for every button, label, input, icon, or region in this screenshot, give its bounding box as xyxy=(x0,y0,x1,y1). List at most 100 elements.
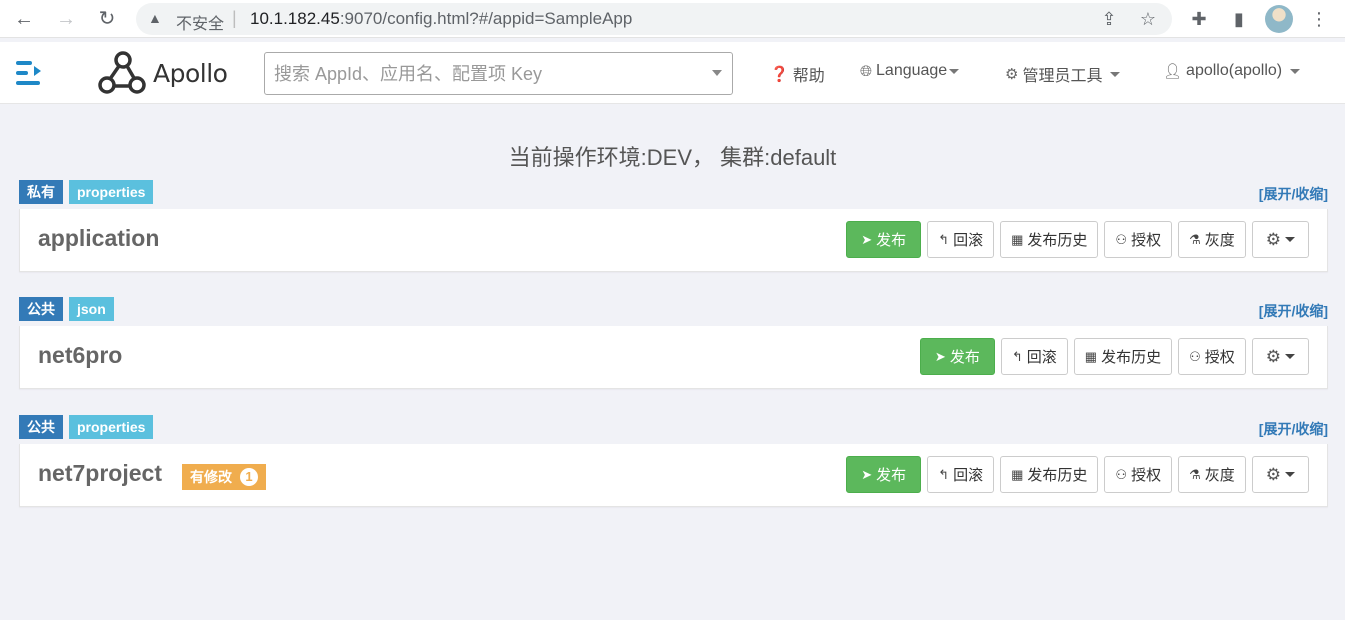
user-icon: 👤︎ xyxy=(1163,63,1183,80)
modified-badge: 有修改 1 xyxy=(182,464,266,490)
apollo-logo[interactable]: Apollo xyxy=(97,50,228,96)
namespace-labels: 公共 json xyxy=(19,297,114,321)
caret-down-icon xyxy=(1110,71,1121,77)
url-host: 10.1.182.45 xyxy=(250,9,340,28)
caret-down-icon xyxy=(949,68,960,74)
namespace-panel: net7project 有修改 1 ➤ 发布 ↰ 回滚 ▦ 发布历史 ⚇ 授权 ⚗ 灰度 … xyxy=(19,444,1328,507)
rollback-button[interactable]: ↰ 回滚 xyxy=(1000,338,1068,375)
calendar-icon: ▦ xyxy=(1011,466,1024,482)
format-badge: properties xyxy=(69,180,154,204)
chevron-down-icon[interactable] xyxy=(712,70,722,76)
settings-dropdown-button[interactable]: ⚙ xyxy=(1251,456,1309,493)
gray-release-label: 灰度 xyxy=(1204,232,1235,249)
apollo-logo-icon xyxy=(98,51,146,94)
gear-icon: ⚙ xyxy=(1265,229,1281,249)
app-search-select[interactable] xyxy=(264,52,733,95)
gray-release-label: 灰度 xyxy=(1204,467,1235,484)
rollback-button[interactable]: ↰ 回滚 xyxy=(927,456,995,493)
grant-label: 授权 xyxy=(1131,232,1162,249)
expand-collapse-link[interactable]: [展开/收缩] xyxy=(1259,184,1328,204)
browser-menu-icon[interactable]: ⋮ xyxy=(1307,7,1331,31)
namespace-labels: 私有 properties xyxy=(19,180,154,204)
gear-icon: ⚙ xyxy=(1265,464,1281,484)
modified-label: 有修改 xyxy=(190,469,232,485)
rollback-label: 回滚 xyxy=(1026,349,1057,366)
reload-icon[interactable]: ↻ xyxy=(94,6,120,32)
profile-avatar-icon[interactable] xyxy=(1265,5,1293,33)
app-header: Apollo ❓ 帮助 🌐︎ Language ⚙ 管理员工具 👤︎ apoll… xyxy=(0,42,1345,104)
namespace-actions: ➤ 发布 ↰ 回滚 ▦ 发布历史 ⚇ 授权 ⚗ 灰度 ⚙ xyxy=(846,221,1309,258)
address-bar[interactable]: ▲ 不安全 | 10.1.182.45:9070/config.html?#/a… xyxy=(136,3,1172,35)
app-search-input[interactable] xyxy=(274,62,704,86)
gear-icon: ⚙ xyxy=(1005,66,1019,83)
admin-tools-dropdown[interactable]: ⚙ 管理员工具 xyxy=(1005,62,1121,86)
grant-button[interactable]: ⚇ 授权 xyxy=(1178,338,1246,375)
forward-arrow-icon[interactable]: → xyxy=(53,6,79,32)
user-dropdown[interactable]: 👤︎ apollo(apollo) xyxy=(1163,62,1301,80)
bookmark-star-icon[interactable]: ☆ xyxy=(1137,8,1159,30)
caret-down-icon xyxy=(1285,354,1295,359)
caret-down-icon xyxy=(1285,472,1295,477)
release-history-label: 发布历史 xyxy=(1027,467,1088,484)
share-icon[interactable]: ⇪ xyxy=(1098,8,1120,30)
logo-text: Apollo xyxy=(153,58,228,88)
url-path: :9070/config.html?#/appid=SampleApp xyxy=(339,9,633,28)
help-link[interactable]: ❓ 帮助 xyxy=(770,62,825,86)
flask-icon: ⚗ xyxy=(1189,466,1201,482)
scope-badge: 私有 xyxy=(19,180,63,204)
env-title: 当前操作环境:DEV， 集群:default xyxy=(508,145,837,170)
publish-label: 发布 xyxy=(876,232,907,249)
security-label[interactable]: 不安全 xyxy=(176,10,224,34)
rollback-icon: ↰ xyxy=(1011,348,1023,364)
caret-down-icon xyxy=(1285,237,1295,242)
back-arrow-icon[interactable]: ← xyxy=(11,6,37,32)
release-history-button[interactable]: ▦ 发布历史 xyxy=(1000,221,1099,258)
language-dropdown[interactable]: 🌐︎ Language xyxy=(860,62,960,80)
globe-icon: 🌐︎ xyxy=(860,62,873,80)
calendar-icon: ▦ xyxy=(1011,231,1024,247)
extensions-puzzle-icon[interactable]: ✚ xyxy=(1187,7,1211,31)
settings-dropdown-button[interactable]: ⚙ xyxy=(1251,221,1309,258)
user-label: apollo(apollo) xyxy=(1186,62,1283,79)
release-history-button[interactable]: ▦ 发布历史 xyxy=(1073,338,1173,375)
flask-icon: ⚗ xyxy=(1189,231,1201,247)
gear-icon: ⚙ xyxy=(1265,346,1281,366)
settings-dropdown-button[interactable]: ⚙ xyxy=(1251,338,1309,375)
publish-button[interactable]: ➤ 发布 xyxy=(919,338,995,375)
namespace-labels: 公共 properties xyxy=(19,415,154,439)
sidebar-toggle-icon[interactable] xyxy=(16,61,44,85)
namespace-actions: ➤ 发布 ↰ 回滚 ▦ 发布历史 ⚇ 授权 ⚗ 灰度 ⚙ xyxy=(846,456,1309,493)
send-icon: ➤ xyxy=(861,466,873,482)
expand-collapse-link[interactable]: [展开/收缩] xyxy=(1259,419,1328,439)
grant-button[interactable]: ⚇ 授权 xyxy=(1104,221,1173,258)
side-panel-icon[interactable]: ▮ xyxy=(1227,7,1251,31)
rollback-icon: ↰ xyxy=(938,231,950,247)
browser-toolbar: ← → ↻ ▲ 不安全 | 10.1.182.45:9070/config.ht… xyxy=(0,0,1345,38)
gray-release-button[interactable]: ⚗ 灰度 xyxy=(1178,221,1246,258)
namespace-actions: ➤ 发布 ↰ 回滚 ▦ 发布历史 ⚇ 授权 ⚙ xyxy=(919,338,1309,375)
namespace-name: application xyxy=(38,225,160,251)
gray-release-button[interactable]: ⚗ 灰度 xyxy=(1178,456,1246,493)
rollback-label: 回滚 xyxy=(953,232,984,249)
namespace-panel: net6pro ➤ 发布 ↰ 回滚 ▦ 发布历史 ⚇ 授权 ⚙ xyxy=(19,326,1328,389)
expand-collapse-link[interactable]: [展开/收缩] xyxy=(1259,301,1328,321)
url-text[interactable]: 10.1.182.45:9070/config.html?#/appid=Sam… xyxy=(250,9,632,29)
rollback-button[interactable]: ↰ 回滚 xyxy=(927,221,995,258)
format-badge: properties xyxy=(69,415,154,439)
admin-tools-label: 管理员工具 xyxy=(1022,68,1103,85)
release-history-button[interactable]: ▦ 发布历史 xyxy=(1000,456,1099,493)
caret-down-icon xyxy=(1290,68,1301,74)
namespace-name: net6pro xyxy=(38,342,123,368)
publish-button[interactable]: ➤ 发布 xyxy=(846,456,922,493)
grant-label: 授权 xyxy=(1204,349,1235,366)
grant-button[interactable]: ⚇ 授权 xyxy=(1104,456,1173,493)
release-history-label: 发布历史 xyxy=(1101,349,1162,366)
send-icon: ➤ xyxy=(934,348,946,364)
rollback-label: 回滚 xyxy=(953,467,984,484)
send-icon: ➤ xyxy=(861,231,873,247)
scope-badge: 公共 xyxy=(19,415,63,439)
publish-button[interactable]: ➤ 发布 xyxy=(846,221,922,258)
modified-count: 1 xyxy=(240,468,258,486)
user-icon: ⚇ xyxy=(1115,231,1128,247)
scope-badge: 公共 xyxy=(19,297,63,321)
